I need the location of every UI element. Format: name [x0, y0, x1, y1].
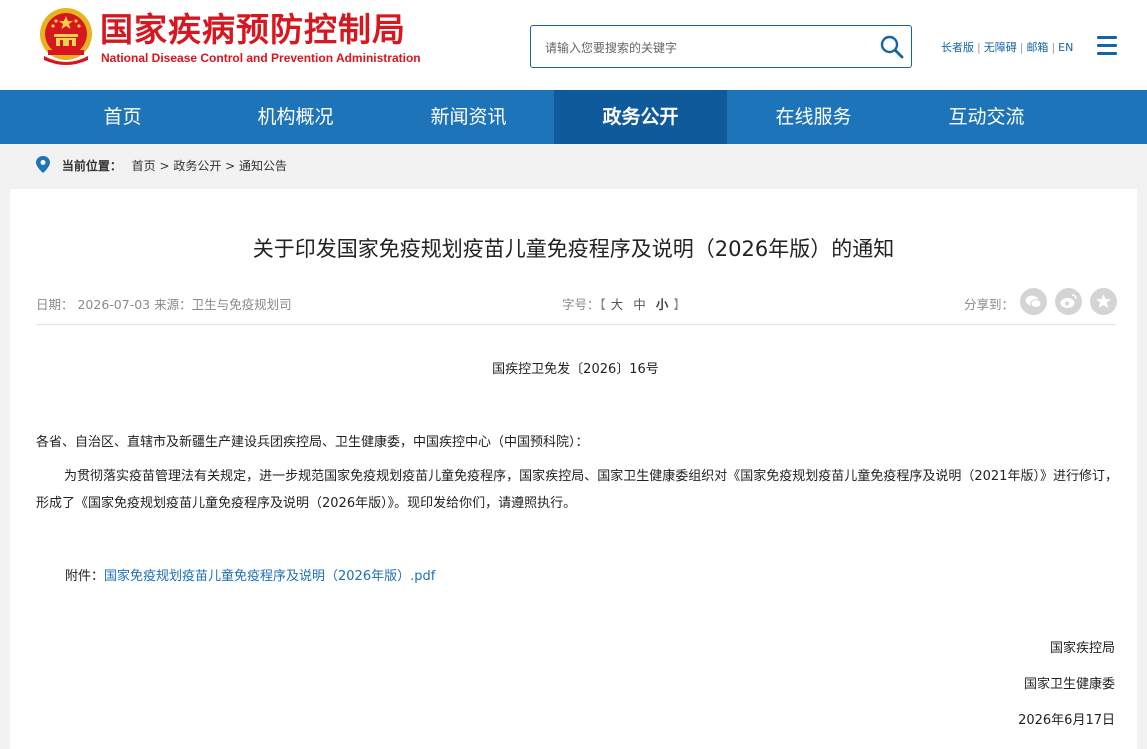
- breadcrumb: 当前位置： 首页 > 政务公开 > 通知公告: [36, 156, 287, 174]
- wechat-share-icon[interactable]: [1020, 288, 1047, 315]
- main-nav: 首页 机构概况 新闻资讯 政务公开 在线服务 互动交流: [0, 90, 1147, 144]
- article-addressee: 各省、自治区、直辖市及新疆生产建设兵团疾控局、卫生健康委，中国疾控中心（中国预科…: [36, 435, 589, 450]
- font-size-control: 字号：【大中小】: [562, 297, 686, 312]
- sign-date: 2026年6月17日: [1018, 713, 1115, 728]
- breadcrumb-path[interactable]: 首页 > 政务公开 > 通知公告: [132, 159, 287, 173]
- breadcrumb-label: 当前位置：: [61, 159, 122, 173]
- nav-item-government-affairs[interactable]: 政务公开: [554, 90, 727, 144]
- search-icon[interactable]: [877, 32, 907, 62]
- top-links: 长者版 | 无障碍 | 邮箱 | EN: [941, 41, 1074, 54]
- nav-item-about[interactable]: 机构概况: [209, 90, 382, 144]
- english-link[interactable]: EN: [1058, 41, 1073, 54]
- hamburger-menu-icon[interactable]: [1097, 36, 1117, 56]
- meta-divider: [36, 324, 1116, 325]
- nav-item-online-services[interactable]: 在线服务: [727, 90, 900, 144]
- site-header: 国家疾病预防控制局 National Disease Control and P…: [0, 0, 1147, 90]
- location-pin-icon: [36, 156, 50, 173]
- search-input[interactable]: 请输入您要搜索的关键字: [530, 25, 912, 68]
- search-placeholder: 请输入您要搜索的关键字: [545, 41, 678, 55]
- site-logo-subtitle: National Disease Control and Prevention …: [101, 51, 421, 65]
- font-size-small[interactable]: 小: [656, 297, 669, 312]
- weibo-share-icon[interactable]: [1055, 288, 1083, 315]
- nav-item-home[interactable]: 首页: [36, 90, 209, 144]
- accessibility-link[interactable]: 无障碍: [984, 41, 1017, 54]
- favorite-star-icon[interactable]: [1090, 288, 1118, 315]
- font-size-label: 字号：: [562, 297, 600, 312]
- article-body: 为贯彻落实疫苗管理法有关规定，进一步规范国家免疫规划疫苗儿童免疫程序，国家疾控局…: [36, 469, 1118, 511]
- signatory-nhc: 国家卫生健康委: [1023, 677, 1115, 692]
- share-icons: [1020, 288, 1120, 319]
- attachment-label: 附件：: [65, 569, 105, 584]
- attachment: 附件：国家免疫规划疫苗儿童免疫程序及说明（2026年版）.pdf: [65, 565, 435, 584]
- font-size-large[interactable]: 大: [611, 297, 624, 312]
- elder-mode-link[interactable]: 长者版: [941, 41, 974, 54]
- mailbox-link[interactable]: 邮箱: [1026, 41, 1048, 54]
- signatory-cdc: 国家疾控局: [1049, 641, 1115, 656]
- site-logo-title[interactable]: 国家疾病预防控制局: [100, 10, 406, 50]
- document-number: 国疾控卫免发〔2026〕16号: [492, 362, 659, 377]
- nav-item-interaction[interactable]: 互动交流: [900, 90, 1073, 144]
- article-title: 关于印发国家免疫规划疫苗儿童免疫程序及说明（2026年版）的通知: [252, 237, 895, 261]
- font-size-medium[interactable]: 中: [633, 297, 646, 312]
- share-label: 分享到：: [964, 297, 1015, 312]
- national-emblem-logo[interactable]: [36, 6, 96, 68]
- nav-item-news[interactable]: 新闻资讯: [382, 90, 555, 144]
- attachment-link[interactable]: 国家免疫规划疫苗儿童免疫程序及说明（2026年版）.pdf: [104, 569, 435, 584]
- article-meta: 日期： 2026-07-03 来源：卫生与免疫规划司: [36, 297, 292, 312]
